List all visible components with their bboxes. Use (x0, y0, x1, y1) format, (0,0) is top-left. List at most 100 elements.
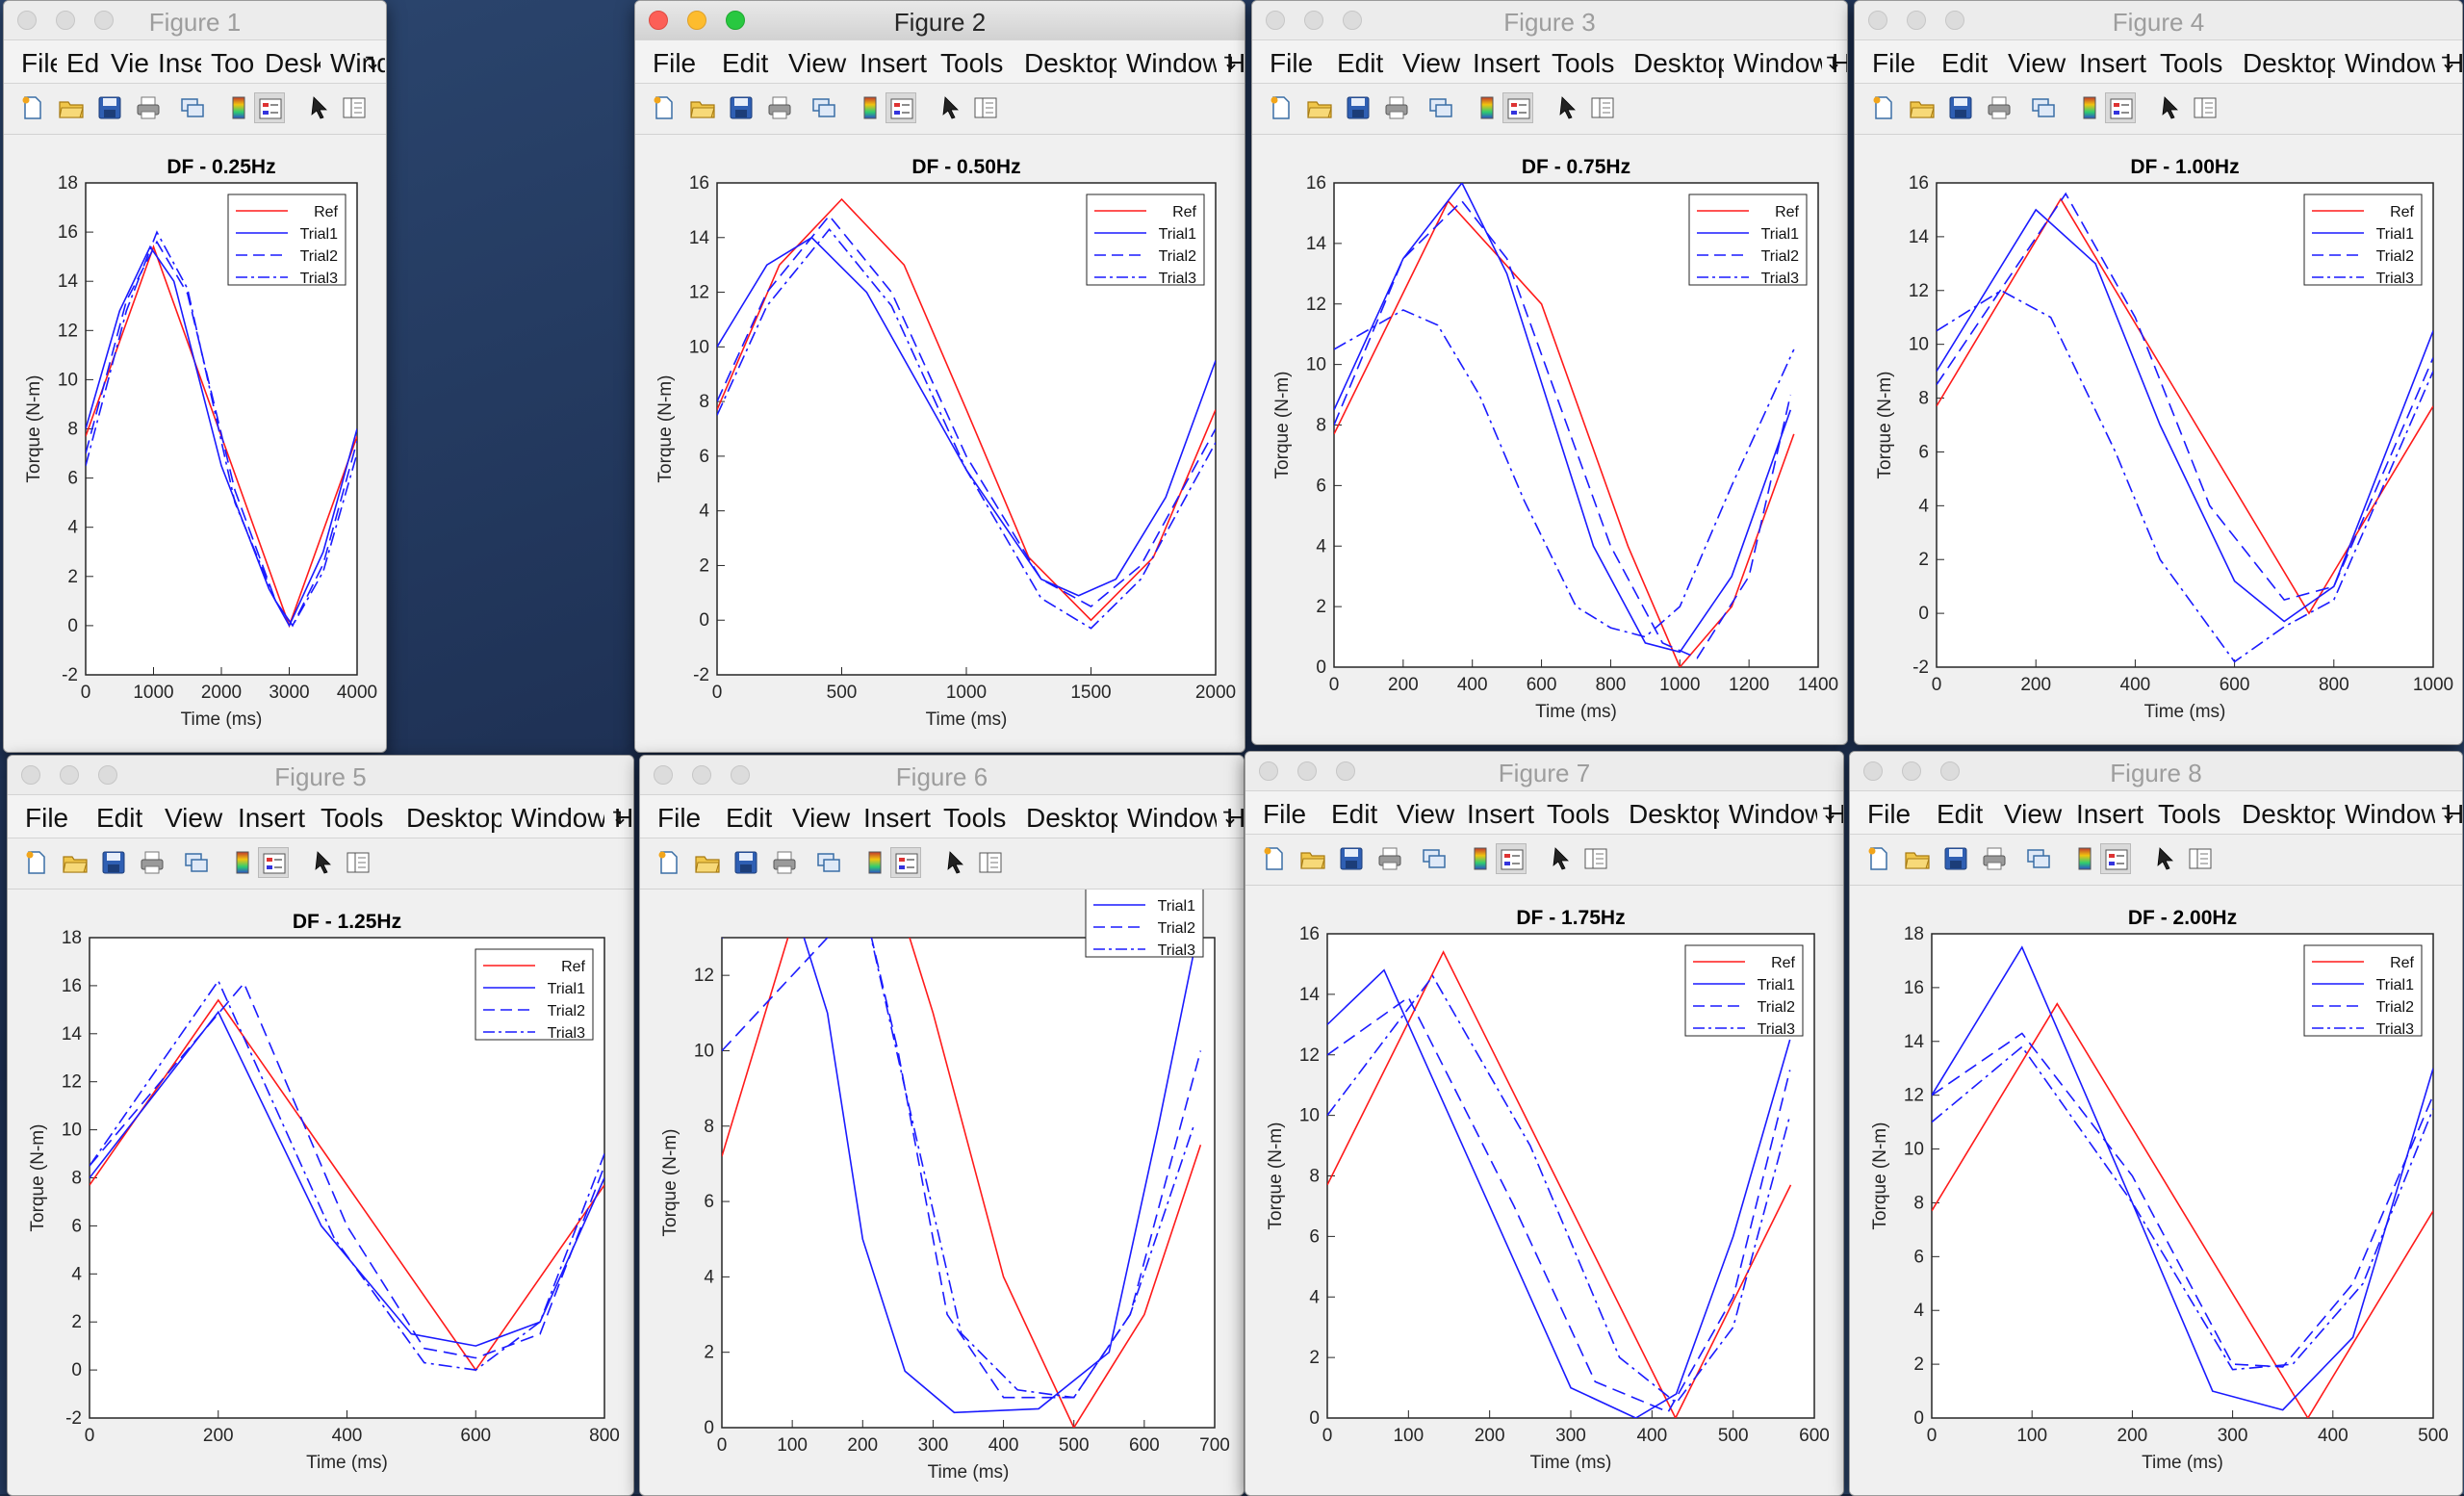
menu-edit[interactable]: Edit (96, 803, 155, 834)
open-file-icon[interactable] (1902, 843, 1933, 874)
menu-insert[interactable]: Insert (860, 48, 931, 79)
open-file-icon[interactable] (1304, 92, 1335, 123)
edit-plot-pointer-icon[interactable] (936, 92, 966, 123)
print-icon[interactable] (137, 847, 167, 878)
print-icon[interactable] (1374, 843, 1405, 874)
legend[interactable]: Ref Trial1 Trial2 Trial3 (227, 193, 346, 287)
new-figure-icon[interactable] (654, 847, 684, 878)
figure-window[interactable]: Figure 1FileEditViewInsertToolsDesktopWi… (3, 0, 387, 753)
menu-file[interactable]: File (21, 48, 57, 79)
menu-overflow-icon[interactable]: ↴ (2437, 50, 2454, 75)
menu-desktop[interactable]: Desktop (1633, 48, 1724, 79)
menu-tools[interactable]: Tools (211, 48, 255, 79)
menu-view[interactable]: View (1402, 48, 1463, 79)
print-icon[interactable] (1979, 843, 2010, 874)
new-figure-icon[interactable] (17, 92, 48, 123)
menu-overflow-icon[interactable]: ↴ (1219, 805, 1236, 830)
link-plot-icon[interactable] (808, 92, 839, 123)
link-plot-icon[interactable] (2023, 843, 2054, 874)
menu-window[interactable]: Window (2345, 799, 2435, 830)
menu-desktop[interactable]: Desktop (2243, 48, 2335, 79)
print-icon[interactable] (1984, 92, 2015, 123)
menu-file[interactable]: File (653, 48, 712, 79)
menu-desktop[interactable]: Desktop (2242, 799, 2335, 830)
save-icon[interactable] (726, 92, 757, 123)
menu-edit[interactable]: Edit (1337, 48, 1393, 79)
print-icon[interactable] (769, 847, 800, 878)
menu-overflow-icon[interactable]: ↴ (2437, 801, 2454, 826)
colorbar-icon[interactable] (855, 92, 886, 123)
menu-window[interactable]: Window (1127, 803, 1217, 834)
menu-insert[interactable]: Insert (863, 803, 934, 834)
window-title-bar[interactable]: Figure 4 (1855, 1, 2462, 40)
menu-overflow-icon[interactable]: ↴ (1822, 50, 1839, 75)
figure-window[interactable]: Figure 3 File Edit View Insert Tools Desktop Wi… (1251, 0, 1848, 745)
edit-plot-pointer-icon[interactable] (308, 847, 339, 878)
save-icon[interactable] (1945, 92, 1976, 123)
new-figure-icon[interactable] (21, 847, 52, 878)
property-inspector-icon[interactable] (2190, 92, 2220, 123)
save-icon[interactable] (1343, 92, 1373, 123)
menu-insert[interactable]: Insert (158, 48, 201, 79)
menu-tools[interactable]: Tools (1552, 48, 1624, 79)
window-title-bar[interactable]: Figure 2 (635, 1, 1245, 40)
open-file-icon[interactable] (692, 847, 723, 878)
menu-desktop[interactable]: Desktop (265, 48, 321, 79)
menu-tools[interactable]: Tools (2160, 48, 2233, 79)
new-figure-icon[interactable] (1868, 92, 1899, 123)
colorbar-icon[interactable] (860, 847, 890, 878)
menu-tools[interactable]: Tools (321, 803, 397, 834)
link-plot-icon[interactable] (181, 847, 212, 878)
window-title-bar[interactable]: Figure 8 (1850, 752, 2462, 791)
legend-icon[interactable] (254, 92, 285, 123)
link-plot-icon[interactable] (1419, 843, 1450, 874)
open-file-icon[interactable] (56, 92, 87, 123)
colorbar-icon[interactable] (1472, 92, 1502, 123)
print-icon[interactable] (133, 92, 164, 123)
menu-insert[interactable]: Insert (238, 803, 311, 834)
print-icon[interactable] (764, 92, 795, 123)
legend[interactable]: Ref Trial1 Trial2 Trial3 (475, 948, 594, 1042)
menu-file[interactable]: File (1867, 799, 1927, 830)
legend-icon[interactable] (1502, 92, 1533, 123)
open-file-icon[interactable] (1297, 843, 1328, 874)
menu-file[interactable]: File (1872, 48, 1932, 79)
menu-desktop[interactable]: Desktop (1629, 799, 1719, 830)
menu-insert[interactable]: Insert (1467, 799, 1537, 830)
legend[interactable]: Ref Trial1 Trial2 Trial3 (1085, 890, 1204, 959)
link-plot-icon[interactable] (2028, 92, 2059, 123)
menu-view[interactable]: View (2008, 48, 2069, 79)
menu-view[interactable]: View (165, 803, 228, 834)
colorbar-icon[interactable] (2074, 92, 2105, 123)
legend-icon[interactable] (2105, 92, 2136, 123)
menu-file[interactable]: File (657, 803, 716, 834)
new-figure-icon[interactable] (1266, 92, 1296, 123)
legend[interactable]: Ref Trial1 Trial2 Trial3 (2303, 944, 2423, 1038)
new-figure-icon[interactable] (1863, 843, 1894, 874)
menu-view[interactable]: View (792, 803, 854, 834)
menu-edit[interactable]: Edit (1941, 48, 1998, 79)
menu-tools[interactable]: Tools (940, 48, 1014, 79)
menu-file[interactable]: File (1270, 48, 1327, 79)
menu-window[interactable]: Window (1733, 48, 1822, 79)
open-file-icon[interactable] (687, 92, 718, 123)
print-icon[interactable] (1381, 92, 1412, 123)
menu-overflow-icon[interactable]: ↴ (1818, 801, 1835, 826)
colorbar-icon[interactable] (2069, 843, 2100, 874)
edit-plot-pointer-icon[interactable] (2155, 92, 2186, 123)
menu-tools[interactable]: Tools (1547, 799, 1619, 830)
menu-view[interactable]: View (1397, 799, 1457, 830)
colorbar-icon[interactable] (227, 847, 258, 878)
window-title-bar[interactable]: Figure 3 (1252, 1, 1847, 40)
menu-window[interactable]: Window (1126, 48, 1217, 79)
link-plot-icon[interactable] (813, 847, 844, 878)
window-title-bar[interactable]: Figure 5 (8, 756, 633, 795)
legend-icon[interactable] (1496, 843, 1527, 874)
property-inspector-icon[interactable] (343, 847, 373, 878)
figure-window[interactable]: Figure 8 File Edit View Insert Tools Desktop Wi… (1849, 751, 2463, 1496)
property-inspector-icon[interactable] (1587, 92, 1618, 123)
menu-desktop[interactable]: Desktop (1026, 803, 1117, 834)
menu-insert[interactable]: Insert (2079, 48, 2150, 79)
menu-edit[interactable]: Edit (1331, 799, 1387, 830)
figure-window[interactable]: Figure 7 File Edit View Insert Tools Desktop Wi… (1245, 751, 1844, 1496)
